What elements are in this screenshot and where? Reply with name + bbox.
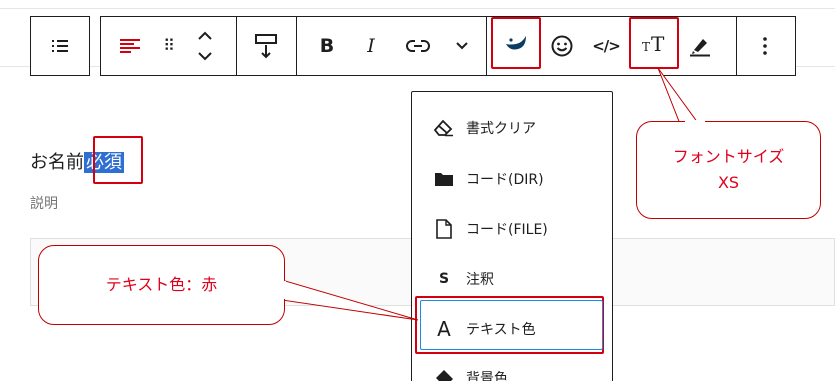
callout-text-color: テキスト色：赤 bbox=[38, 245, 285, 325]
highlighter-icon bbox=[690, 39, 710, 57]
bold-button[interactable]: B bbox=[310, 26, 344, 66]
annotation-s-icon: S bbox=[438, 271, 450, 287]
list-view-button[interactable] bbox=[31, 17, 89, 75]
field-label-text: お名前 bbox=[30, 152, 84, 173]
field-description: 説明 bbox=[30, 196, 58, 212]
link-button[interactable] bbox=[398, 26, 438, 66]
toolbar-separator bbox=[736, 17, 737, 75]
annotation-frame-required bbox=[93, 136, 143, 184]
italic-icon: I bbox=[367, 34, 375, 57]
file-icon bbox=[432, 219, 456, 239]
align-button[interactable] bbox=[112, 26, 148, 66]
emoji-button[interactable] bbox=[544, 26, 580, 66]
menu-item-background-color[interactable]: 背景色 bbox=[432, 358, 508, 381]
annotation-frame-brand-plugin bbox=[491, 17, 541, 69]
folder-icon bbox=[432, 171, 456, 187]
callout-font-size-line1: フォントサイズ bbox=[672, 147, 785, 167]
toolbar-separator bbox=[236, 17, 237, 75]
italic-button[interactable]: I bbox=[356, 26, 386, 66]
callout-seam bbox=[282, 281, 286, 299]
menu-item-label: 注釈 bbox=[466, 272, 494, 288]
list-view-icon bbox=[52, 40, 68, 52]
menu-item-code-file[interactable]: コード(FILE) bbox=[432, 209, 548, 249]
link-icon bbox=[406, 40, 430, 52]
move-up-down-icon bbox=[198, 31, 212, 61]
code-icon: </> bbox=[592, 36, 621, 55]
menu-item-label: 背景色 bbox=[466, 371, 508, 381]
menu-item-code-dir[interactable]: コード(DIR) bbox=[432, 159, 544, 199]
toolbar-separator bbox=[486, 17, 487, 75]
block-options-button[interactable] bbox=[748, 26, 782, 66]
top-divider bbox=[0, 8, 835, 9]
background-color-icon bbox=[432, 369, 456, 381]
menu-item-label: コード(DIR) bbox=[466, 172, 544, 188]
align-icon bbox=[120, 39, 140, 53]
highlight-button[interactable] bbox=[682, 26, 718, 66]
move-up-down-button[interactable] bbox=[190, 22, 220, 70]
eraser-icon bbox=[432, 119, 456, 137]
drag-handle-icon: ⠿ bbox=[163, 36, 175, 55]
line-height-button[interactable] bbox=[248, 24, 284, 68]
annotation-frame-font-size bbox=[629, 17, 679, 69]
menu-item-annotation[interactable]: S 注釈 bbox=[432, 259, 494, 299]
inline-code-button[interactable]: </> bbox=[588, 26, 624, 66]
callout-seam bbox=[685, 120, 705, 123]
callout-text-color-label: テキスト色：赤 bbox=[105, 275, 218, 295]
callout-font-size: フォントサイズ XS bbox=[636, 121, 821, 219]
toolbar-separator bbox=[296, 17, 297, 75]
more-formats-button[interactable] bbox=[446, 26, 478, 66]
options-kebab-icon bbox=[763, 37, 767, 55]
more-chevron-icon bbox=[456, 42, 468, 50]
bold-icon: B bbox=[319, 34, 335, 57]
callout-font-size-line2: XS bbox=[717, 173, 740, 192]
menu-item-label: コード(FILE) bbox=[466, 222, 548, 238]
drag-handle[interactable]: ⠿ bbox=[156, 26, 182, 66]
line-height-icon bbox=[255, 34, 277, 59]
emoji-icon bbox=[551, 35, 573, 57]
menu-item-label: 書式クリア bbox=[466, 121, 536, 137]
focus-indicator bbox=[420, 300, 603, 350]
menu-item-clear-format[interactable]: 書式クリア bbox=[432, 108, 536, 148]
